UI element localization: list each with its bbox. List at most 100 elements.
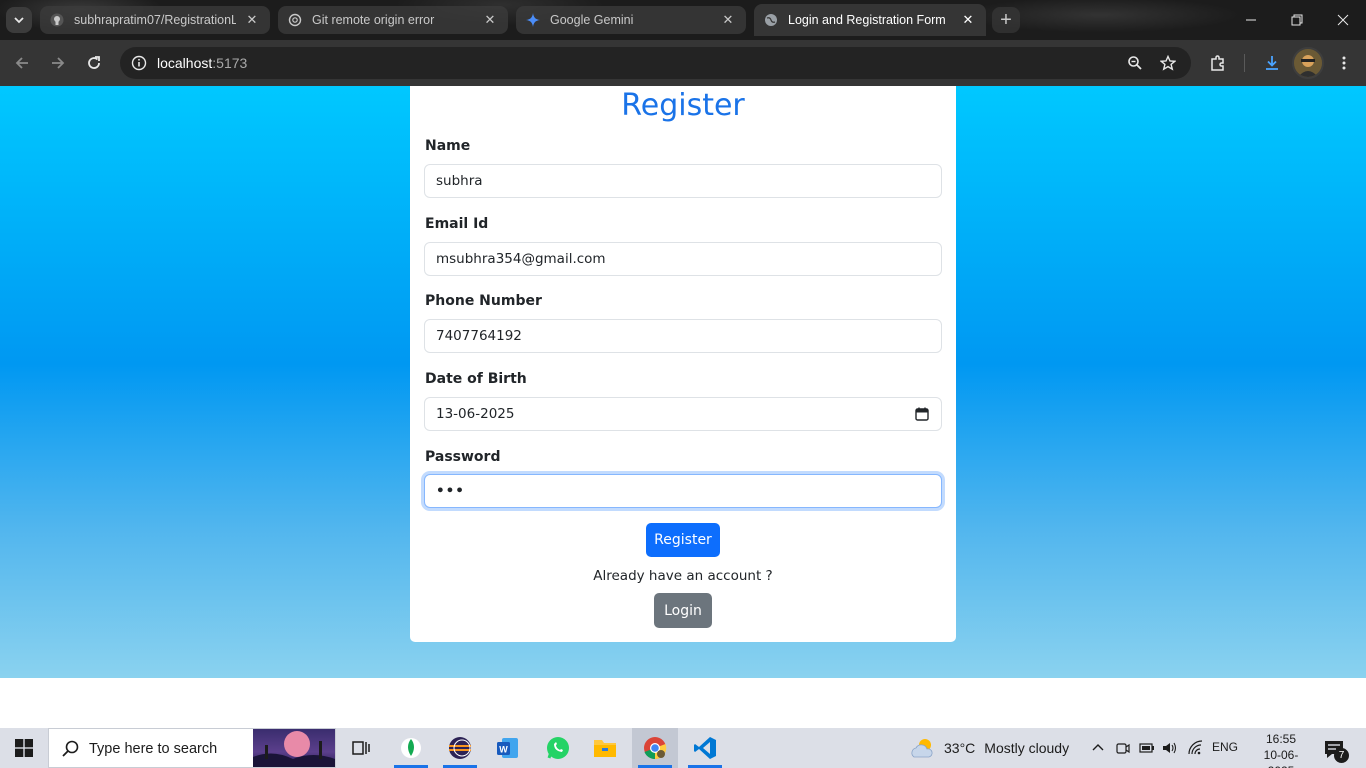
clock-date: 10-06-2025 xyxy=(1263,748,1299,768)
close-icon[interactable]: ✕ xyxy=(718,10,738,30)
reload-icon xyxy=(88,56,100,69)
tab-title: subhrapratim07/RegistrationLo xyxy=(74,13,236,27)
dob-value: 13-06-2025 xyxy=(436,406,515,422)
chrome-menu-button[interactable] xyxy=(1330,49,1358,77)
close-window-button[interactable] xyxy=(1320,0,1366,40)
tab-title: Git remote origin error xyxy=(312,13,435,27)
chrome-icon xyxy=(644,737,667,760)
minimize-button[interactable] xyxy=(1228,0,1274,40)
phone-input[interactable]: 7407764192 xyxy=(424,319,942,353)
minimize-icon xyxy=(1246,19,1256,21)
tab-search-button[interactable] xyxy=(6,7,32,33)
notification-count-badge: 7 xyxy=(1334,748,1349,763)
dob-label: Date of Birth xyxy=(425,371,527,387)
puzzle-icon xyxy=(1211,55,1224,71)
taskbar-app-file-explorer[interactable] xyxy=(582,728,628,768)
eclipse-icon xyxy=(449,737,471,759)
task-view-icon xyxy=(352,741,370,755)
bookmark-star-icon[interactable] xyxy=(1158,53,1178,73)
downloads-button[interactable] xyxy=(1258,49,1286,77)
email-label: Email Id xyxy=(425,216,489,232)
arrow-left-icon xyxy=(15,57,28,69)
zoom-icon[interactable] xyxy=(1125,53,1145,73)
windows-taskbar: Type here to search W 33°C Mostly cloudy xyxy=(0,728,1366,768)
registration-card: Register Name subhra Email Id msubhra354… xyxy=(410,86,956,642)
chatgpt-icon xyxy=(288,13,302,27)
taskbar-app-whatsapp[interactable] xyxy=(535,728,581,768)
tab-git-remote[interactable]: Git remote origin error ✕ xyxy=(278,6,508,34)
task-view-button[interactable] xyxy=(338,728,384,768)
url-host: localhost xyxy=(157,55,213,71)
meet-now-icon[interactable] xyxy=(1113,738,1133,758)
tab-login-registration[interactable]: Login and Registration Form ✕ xyxy=(754,4,986,36)
show-hidden-icons-button[interactable] xyxy=(1088,738,1108,758)
svg-text:W: W xyxy=(499,745,508,755)
taskbar-app-eclipse[interactable] xyxy=(437,728,483,768)
taskbar-search-box[interactable]: Type here to search xyxy=(48,728,336,768)
reload-button[interactable] xyxy=(80,49,108,77)
windows-logo-icon xyxy=(15,739,33,757)
arrow-right-icon xyxy=(52,57,65,69)
login-button[interactable]: Login xyxy=(654,593,712,628)
extensions-button[interactable] xyxy=(1204,49,1232,77)
taskbar-app-mongodb[interactable] xyxy=(388,728,434,768)
download-icon xyxy=(1266,56,1278,70)
chevron-down-icon xyxy=(14,17,24,24)
password-label: Password xyxy=(425,449,501,465)
tab-github[interactable]: subhrapratim07/RegistrationLo ✕ xyxy=(40,6,270,34)
taskbar-app-chrome[interactable] xyxy=(632,728,678,768)
search-placeholder: Type here to search xyxy=(89,741,218,757)
input-language[interactable]: ENG xyxy=(1212,740,1238,754)
clock-time: 16:55 xyxy=(1265,732,1297,746)
page-background: Register Name subhra Email Id msubhra354… xyxy=(0,86,1366,678)
system-clock[interactable]: 16:55 10-06-2025 xyxy=(1254,731,1308,768)
name-label: Name xyxy=(425,138,471,154)
password-input[interactable]: ••• xyxy=(424,474,942,508)
browser-toolbar: localhost:5173 xyxy=(0,40,1366,86)
forward-button[interactable] xyxy=(44,49,72,77)
toolbar-divider xyxy=(1244,54,1245,72)
close-icon[interactable]: ✕ xyxy=(480,10,500,30)
close-icon[interactable]: ✕ xyxy=(242,10,262,30)
cloudy-weather-icon xyxy=(911,739,933,758)
phone-label: Phone Number xyxy=(425,293,542,309)
vscode-icon xyxy=(694,737,716,759)
back-button[interactable] xyxy=(8,49,36,77)
folder-icon xyxy=(594,740,616,757)
browser-tab-strip: subhrapratim07/RegistrationLo ✕ Git remo… xyxy=(0,0,1366,40)
battery-icon[interactable] xyxy=(1137,738,1157,758)
taskbar-app-vscode[interactable] xyxy=(682,728,728,768)
taskbar-app-word[interactable]: W xyxy=(485,728,531,768)
word-icon: W xyxy=(497,738,518,758)
already-account-text: Already have an account ? xyxy=(593,568,773,584)
address-bar[interactable]: localhost:5173 xyxy=(120,47,1191,79)
gemini-icon xyxy=(526,13,540,27)
close-icon[interactable]: ✕ xyxy=(958,10,978,30)
new-tab-button[interactable]: + xyxy=(992,7,1020,33)
start-button[interactable] xyxy=(0,728,48,768)
weather-temperature: 33°C xyxy=(944,740,976,756)
dob-input[interactable]: 13-06-2025 xyxy=(424,397,942,431)
register-button[interactable]: Register xyxy=(646,523,720,557)
page-bottom-area xyxy=(0,678,1366,728)
search-icon xyxy=(62,740,79,757)
name-input[interactable]: subhra xyxy=(424,164,942,198)
more-vertical-icon xyxy=(1342,56,1346,70)
site-info-icon[interactable] xyxy=(128,52,150,74)
restore-button[interactable] xyxy=(1274,0,1320,40)
tab-gemini[interactable]: Google Gemini ✕ xyxy=(516,6,746,34)
tab-title: Login and Registration Form xyxy=(788,13,946,27)
restore-icon xyxy=(1291,14,1303,26)
form-title: Register xyxy=(621,88,745,123)
volume-icon[interactable] xyxy=(1160,738,1180,758)
tab-title: Google Gemini xyxy=(550,13,634,27)
wifi-icon[interactable] xyxy=(1186,738,1206,758)
profile-avatar[interactable] xyxy=(1292,47,1324,79)
calendar-icon[interactable] xyxy=(915,407,929,421)
url-text[interactable]: localhost:5173 xyxy=(157,55,247,71)
mongodb-leaf-icon xyxy=(401,738,421,758)
whatsapp-icon xyxy=(547,737,569,759)
github-icon xyxy=(50,13,64,27)
weather-widget[interactable]: 33°C Mostly cloudy xyxy=(910,728,1069,768)
email-input[interactable]: msubhra354@gmail.com xyxy=(424,242,942,276)
